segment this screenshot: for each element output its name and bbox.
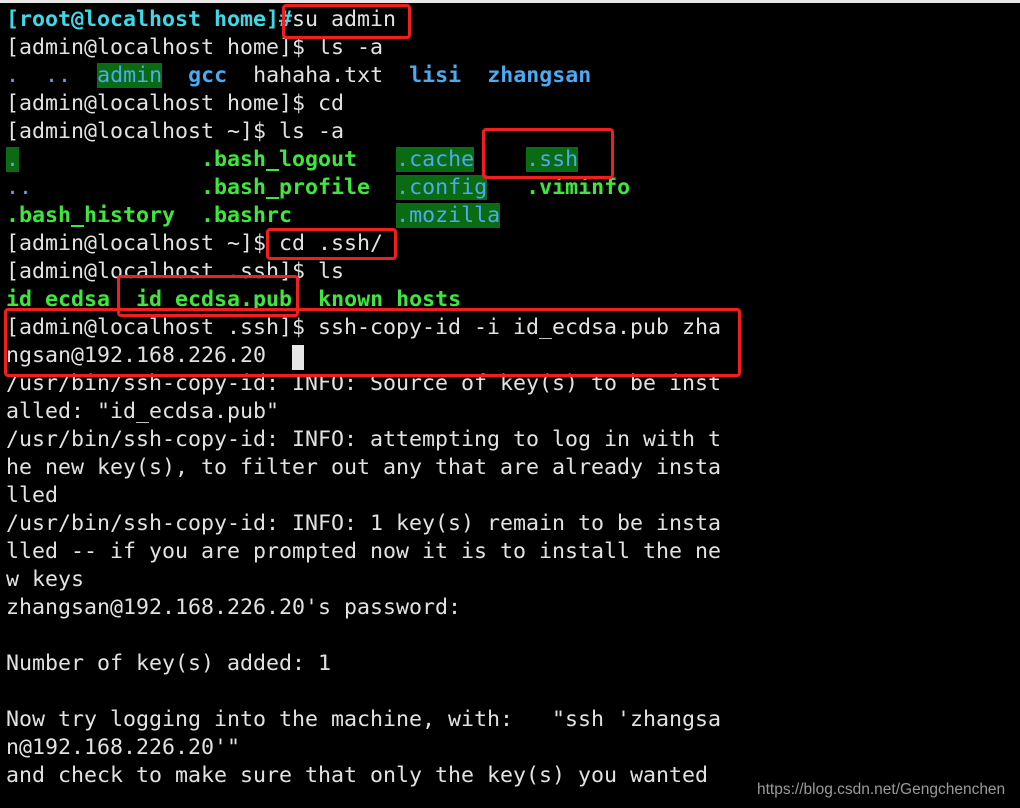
terminal-line: /usr/bin/ssh-copy-id: INFO: attempting t… — [6, 426, 721, 454]
terminal-text-segment: /usr/bin/ssh-copy-id: INFO: 1 key(s) rem… — [6, 511, 722, 536]
terminal-text-segment: admin — [97, 63, 163, 88]
terminal-line: lled — [6, 482, 721, 510]
watermark: https://blog.csdn.net/Gengchenchen — [757, 781, 1006, 798]
terminal-line: .. .bash_profile .config .viminfo — [6, 174, 721, 202]
annotation-box-su-admin — [282, 4, 411, 39]
terminal-text-segment: gcc — [188, 63, 228, 88]
annotation-box-ssh-copy-id — [4, 308, 741, 377]
annotation-box-ssh-dir — [482, 128, 614, 179]
terminal-text-segment: .bash_profile — [201, 175, 371, 200]
terminal-text-segment: .bash_history — [6, 203, 176, 228]
annotation-box-cd-ssh — [266, 228, 397, 260]
terminal-text-segment: zhangsan@192.168.226.20's password: — [6, 595, 462, 620]
terminal-text-segment: he new key(s), to filter out any that ar… — [6, 455, 722, 480]
terminal-line: w keys — [6, 566, 721, 594]
terminal-line: and check to make sure that only the key… — [6, 762, 721, 790]
terminal-line: n@192.168.226.20'" — [6, 734, 721, 762]
terminal-line: zhangsan@192.168.226.20's password: — [6, 594, 721, 622]
terminal-text-segment: . — [6, 147, 20, 172]
terminal-text-segment: n@192.168.226.20'" — [6, 735, 241, 760]
terminal-text-segment: [admin@localhost ~]$ ls -a — [6, 119, 345, 144]
terminal-text-segment: /usr/bin/ssh-copy-id: INFO: attempting t… — [6, 427, 722, 452]
terminal-text-segment: lisi — [409, 63, 462, 88]
terminal-text-segment: .cache — [396, 147, 475, 172]
terminal-text-segment: .bash_logout — [201, 147, 358, 172]
terminal-line: /usr/bin/ssh-copy-id: INFO: 1 key(s) rem… — [6, 510, 721, 538]
terminal-text-segment: zhangsan — [487, 63, 592, 88]
terminal-text-segment: and check to make sure that only the key… — [6, 763, 709, 788]
terminal-text-segment: .. — [6, 175, 33, 200]
terminal-line: . .. admin gcc hahaha.txt lisi zhangsan — [6, 62, 721, 90]
terminal-text-segment: .. — [45, 63, 72, 88]
terminal-text-segment: .bashrc — [201, 203, 293, 228]
terminal-output[interactable]: [root@localhost home]#su admin [admin@loc… — [6, 6, 721, 790]
terminal-line: lled -- if you are prompted now it is to… — [6, 538, 721, 566]
terminal-text-segment: [admin@localhost home]$ cd — [6, 91, 345, 116]
terminal-line: .bash_history .bashrc .mozilla — [6, 202, 721, 230]
terminal-line: Number of key(s) added: 1 — [6, 650, 721, 678]
terminal-text-segment: w keys — [6, 567, 85, 592]
terminal-text-segment: [root@localhost home]# — [6, 7, 293, 32]
terminal-line: Now try logging into the machine, with: … — [6, 706, 721, 734]
terminal-line: he new key(s), to filter out any that ar… — [6, 454, 721, 482]
terminal-text-segment: .mozilla — [396, 203, 501, 228]
terminal-text-segment: lled -- if you are prompted now it is to… — [6, 539, 722, 564]
terminal-text-segment: Now try logging into the machine, with: … — [6, 707, 722, 732]
terminal-text-segment: .config — [396, 175, 488, 200]
terminal-text-segment: lled — [6, 483, 59, 508]
terminal-line: [admin@localhost home]$ cd — [6, 90, 721, 118]
window-top-edge — [0, 0, 1020, 3]
terminal-text-segment: hahaha.txt — [253, 63, 384, 88]
terminal-line: alled: "id_ecdsa.pub" — [6, 398, 721, 426]
terminal-text-segment: Number of key(s) added: 1 — [6, 651, 332, 676]
terminal-text-segment: alled: "id_ecdsa.pub" — [6, 399, 280, 424]
terminal-line: [admin@localhost .ssh]$ ls — [6, 258, 721, 286]
terminal-text-segment: . — [6, 63, 20, 88]
